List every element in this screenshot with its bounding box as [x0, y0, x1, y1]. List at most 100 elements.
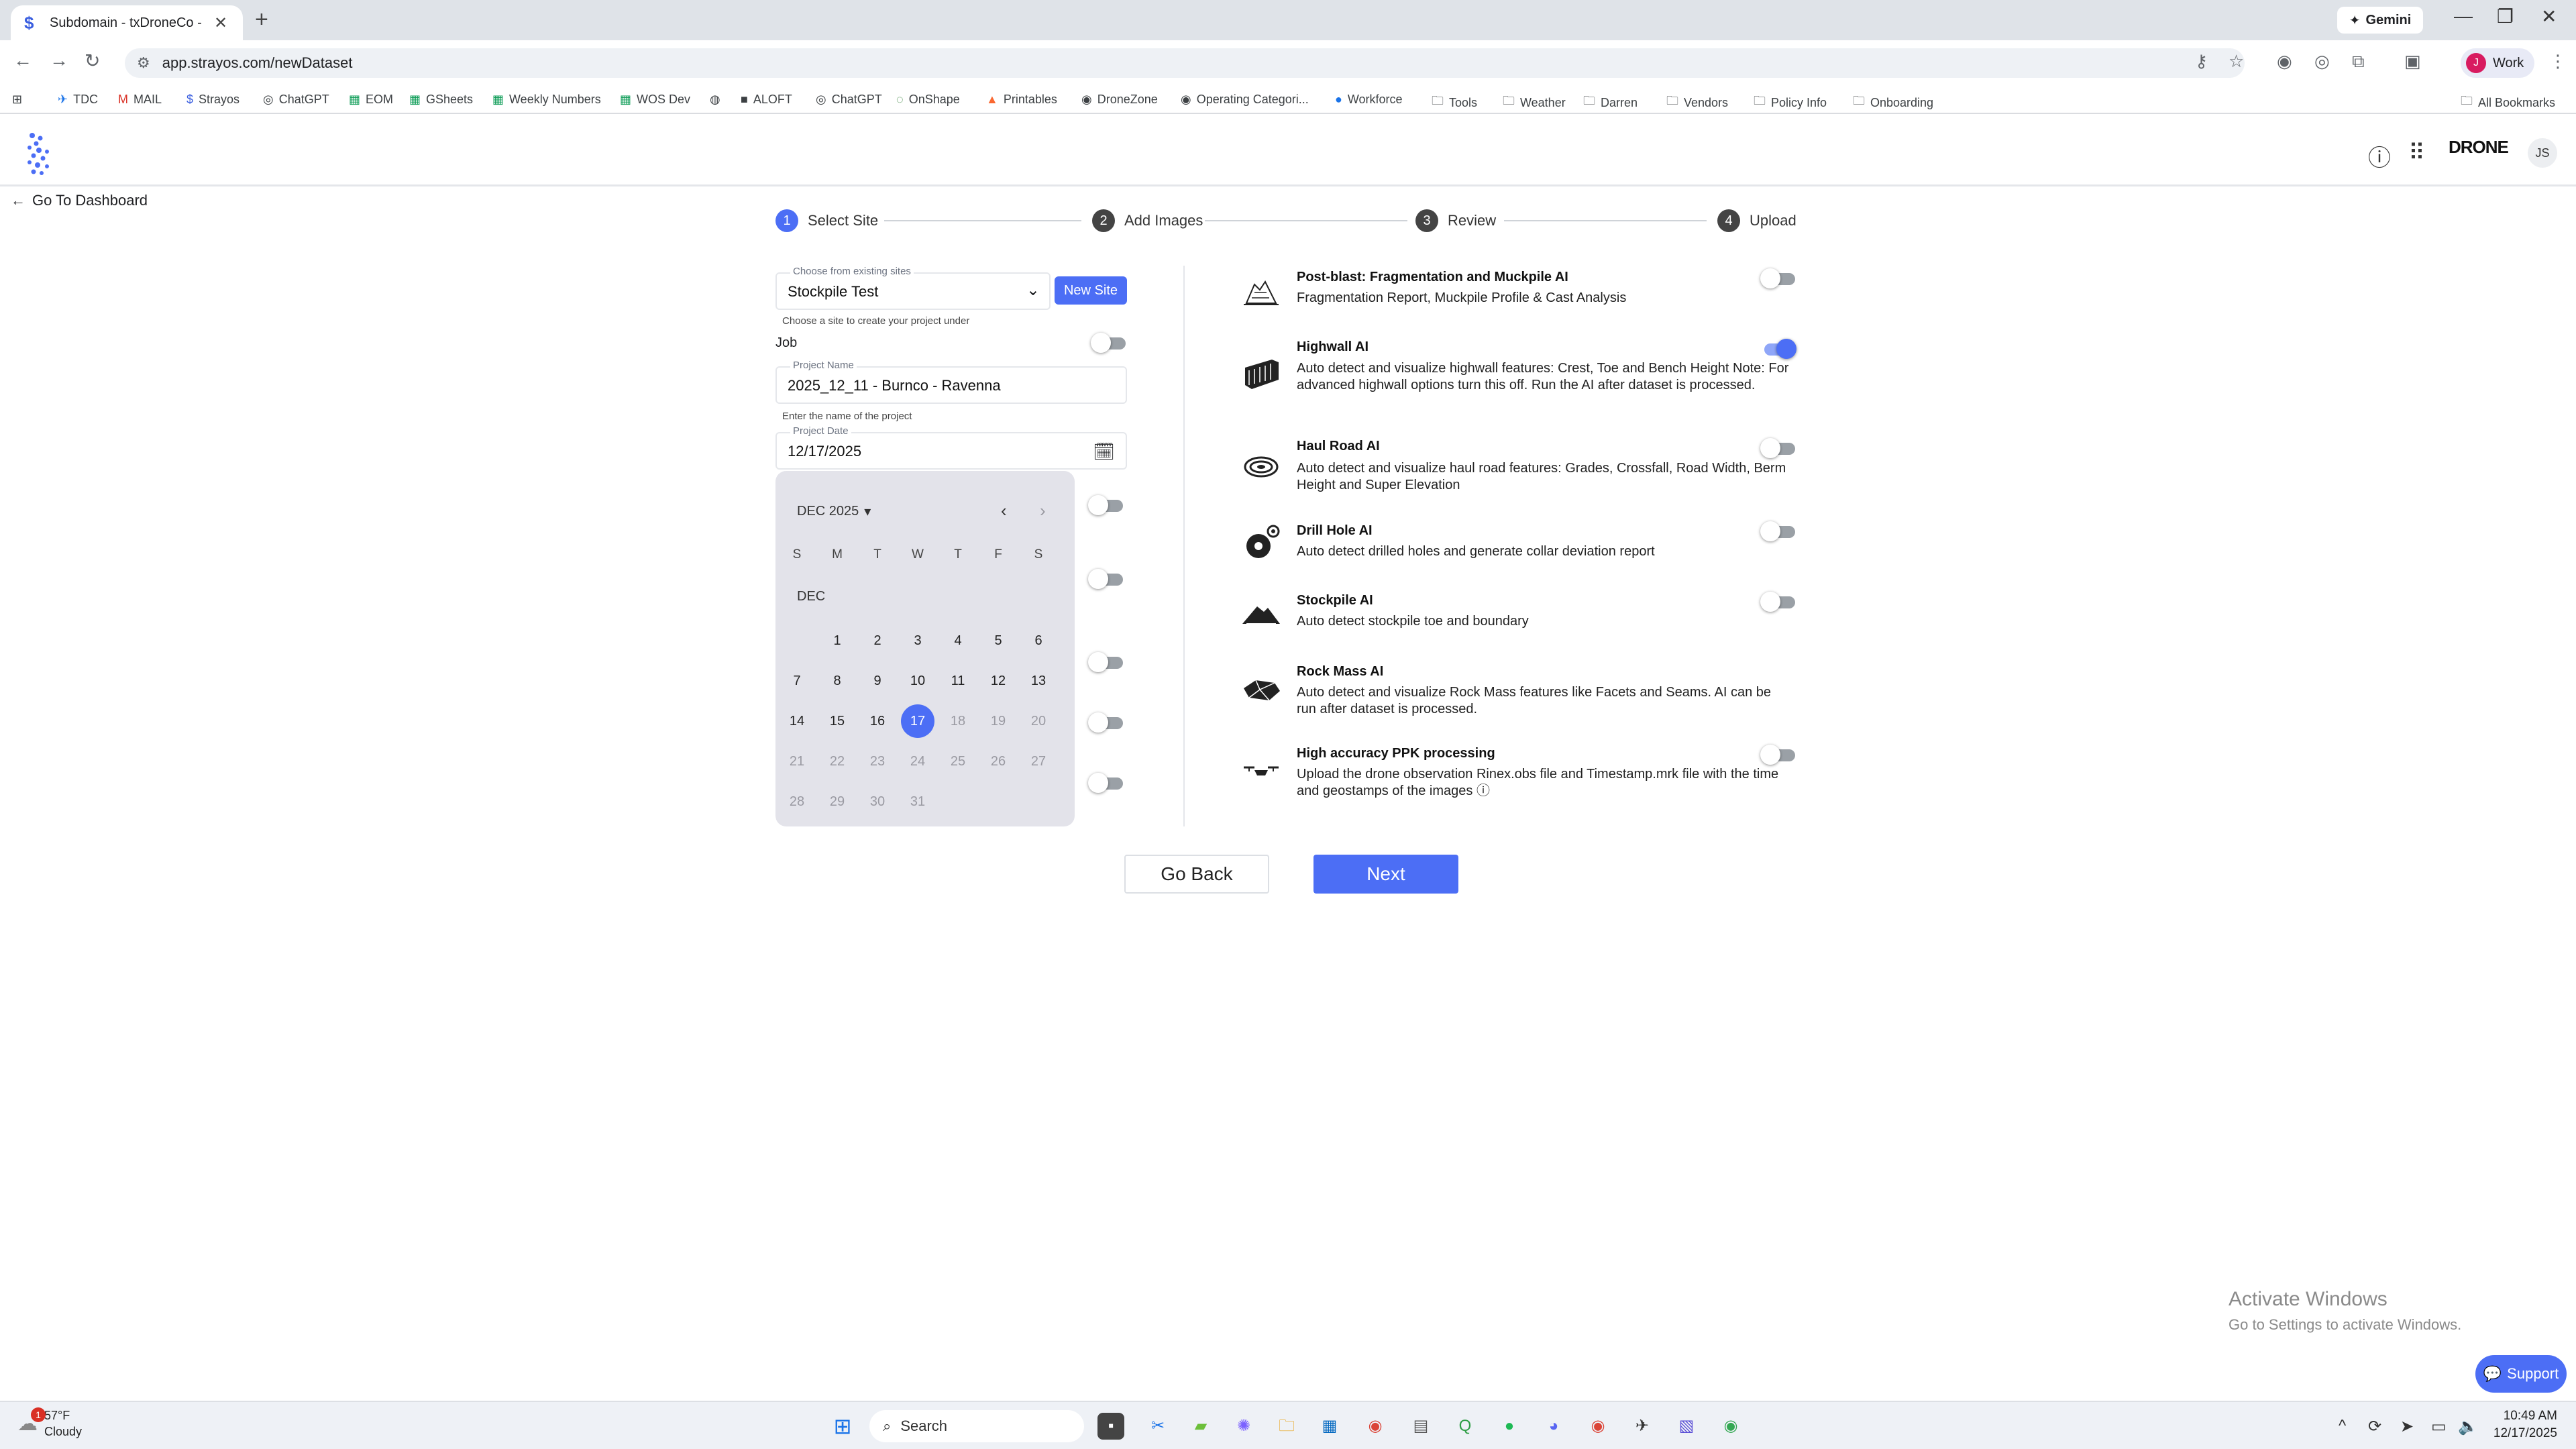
- option-toggle[interactable]: [1088, 773, 1124, 793]
- store-icon[interactable]: ▦: [1316, 1413, 1343, 1440]
- calendar-icon[interactable]: 🗓: [1093, 441, 1115, 462]
- task-view-icon[interactable]: ▪: [1097, 1413, 1124, 1440]
- help-icon[interactable]: ⓘ: [2368, 140, 2391, 172]
- calendar-day[interactable]: 16: [861, 704, 894, 738]
- option-toggle[interactable]: [1088, 652, 1124, 672]
- calendar-day[interactable]: 8: [820, 664, 854, 698]
- step-select-site[interactable]: 1 Select Site: [775, 209, 878, 232]
- taskbar-search[interactable]: ⌕ Search: [869, 1410, 1084, 1442]
- option-toggle[interactable]: [1088, 712, 1124, 733]
- stockpile-ai-toggle[interactable]: [1760, 592, 1796, 612]
- chrome-icon[interactable]: ◉: [1362, 1413, 1389, 1440]
- side-panel-icon[interactable]: ▣: [2404, 51, 2421, 72]
- calendar-day[interactable]: 13: [1022, 664, 1055, 698]
- user-avatar[interactable]: JS: [2528, 138, 2557, 168]
- bookmark-item[interactable]: ◎ ChatGPT: [816, 93, 882, 107]
- project-name-value[interactable]: 2025_12_11 - Burnco - Ravenna: [788, 377, 1001, 394]
- next-month-icon[interactable]: ›: [1040, 500, 1046, 521]
- calendar-day[interactable]: 10: [901, 664, 934, 698]
- job-toggle[interactable]: [1091, 333, 1127, 353]
- calendar-day[interactable]: 12: [981, 664, 1015, 698]
- bookmark-item[interactable]: ✈ TDC: [58, 93, 98, 107]
- back-arrow-icon[interactable]: ←: [13, 50, 32, 71]
- bookmark-item[interactable]: M MAIL: [118, 93, 162, 107]
- site-info-icon[interactable]: ⚙: [137, 54, 150, 72]
- option-toggle[interactable]: [1088, 495, 1124, 515]
- chrome-profile-icon[interactable]: ◉: [1717, 1413, 1744, 1440]
- chrome-work-icon[interactable]: ◉: [1585, 1413, 1611, 1440]
- bookmark-item[interactable]: ■ ALOFT: [741, 93, 792, 107]
- site-select[interactable]: Choose from existing sites Stockpile Tes…: [775, 266, 1051, 310]
- notes-app-icon[interactable]: ▰: [1187, 1413, 1214, 1440]
- calendar-day-selected[interactable]: 17: [901, 704, 934, 738]
- bookmark-item[interactable]: ◉ Operating Categori...: [1181, 93, 1309, 107]
- calendar-day[interactable]: 1: [820, 624, 854, 657]
- calculator-icon[interactable]: ▤: [1407, 1413, 1434, 1440]
- bookmark-star-icon[interactable]: ☆: [2229, 51, 2244, 72]
- bookmark-item[interactable]: ◍: [710, 93, 720, 107]
- copilot-icon[interactable]: ✺: [1230, 1413, 1257, 1440]
- network-icon[interactable]: ▭: [2431, 1417, 2447, 1436]
- calendar-day[interactable]: 4: [941, 624, 975, 657]
- bookmark-item[interactable]: ● Workforce: [1335, 93, 1403, 107]
- url-text[interactable]: app.strayos.com/newDataset: [162, 54, 353, 72]
- system-clock[interactable]: 10:49 AM 12/17/2025: [2483, 1407, 2557, 1442]
- password-key-icon[interactable]: ⚷: [2195, 51, 2208, 72]
- calendar-day[interactable]: 9: [861, 664, 894, 698]
- option-toggle[interactable]: [1088, 569, 1124, 589]
- bookmark-item[interactable]: ◎ ChatGPT: [263, 93, 329, 107]
- minimize-icon[interactable]: —: [2454, 5, 2473, 27]
- app-icon[interactable]: ▧: [1673, 1413, 1700, 1440]
- fragmentation-ai-toggle[interactable]: [1760, 268, 1796, 288]
- location-icon[interactable]: ➤: [2400, 1417, 2414, 1436]
- bookmark-item[interactable]: ◉ DroneZone: [1081, 93, 1158, 107]
- sync-icon[interactable]: ⟳: [2368, 1417, 2381, 1436]
- project-name-field[interactable]: Project Name 2025_12_11 - Burnco - Raven…: [775, 360, 1127, 404]
- extension-color-icon[interactable]: ◎: [2314, 51, 2330, 72]
- close-icon[interactable]: ✕: [212, 13, 229, 33]
- forward-arrow-icon[interactable]: →: [50, 50, 68, 71]
- bookmark-item[interactable]: ▦ EOM: [349, 93, 393, 107]
- bookmark-item[interactable]: $ Strayos: [186, 93, 239, 107]
- discord-icon[interactable]: ◕: [1540, 1413, 1567, 1440]
- bookmark-item[interactable]: ▦ Weekly Numbers: [492, 93, 601, 107]
- weather-widget[interactable]: ☁ 1 57°F Cloudy: [17, 1407, 82, 1440]
- drone-app-icon[interactable]: ✈: [1629, 1413, 1656, 1440]
- bookmark-item[interactable]: ◌ OnShape: [896, 93, 960, 107]
- restore-icon[interactable]: ❐: [2497, 5, 2514, 28]
- bookmark-item[interactable]: ▦ GSheets: [409, 93, 473, 107]
- browser-tab[interactable]: $ Subdomain - txDroneCo - Dem ✕: [11, 5, 243, 40]
- apps-grid-icon[interactable]: ⊞: [12, 93, 22, 107]
- calendar-day[interactable]: 6: [1022, 624, 1055, 657]
- new-site-button[interactable]: New Site: [1055, 276, 1127, 305]
- month-select[interactable]: DEC 2025 ▾: [797, 503, 871, 520]
- next-button[interactable]: Next: [1313, 855, 1458, 894]
- calendar-day[interactable]: 14: [780, 704, 814, 738]
- file-explorer-icon[interactable]: 🗀: [1273, 1413, 1300, 1440]
- calendar-day[interactable]: 15: [820, 704, 854, 738]
- project-date-value[interactable]: 12/17/2025: [788, 443, 861, 460]
- apps-grid-icon[interactable]: ⠿: [2408, 140, 2425, 166]
- step-review[interactable]: 3 Review: [1415, 209, 1496, 232]
- spotify-icon[interactable]: ●: [1496, 1413, 1523, 1440]
- bookmark-item[interactable]: 🗀 Weather: [1503, 93, 1566, 113]
- bookmark-item[interactable]: ▲ Printables: [986, 93, 1057, 107]
- drill-hole-ai-toggle[interactable]: [1760, 521, 1796, 541]
- ppk-processing-toggle[interactable]: [1760, 745, 1796, 765]
- bookmark-item[interactable]: 🗀 Darren: [1583, 93, 1638, 113]
- support-button[interactable]: 💬 Support: [2475, 1355, 2567, 1393]
- bookmark-item[interactable]: 🗀 Policy Info: [1754, 93, 1827, 113]
- calendar-day[interactable]: 7: [780, 664, 814, 698]
- prev-month-icon[interactable]: ‹: [1001, 500, 1007, 521]
- calendar-day[interactable]: 3: [901, 624, 934, 657]
- go-back-button[interactable]: Go Back: [1124, 855, 1269, 894]
- more-menu-icon[interactable]: ⋮: [2549, 51, 2567, 72]
- step-add-images[interactable]: 2 Add Images: [1092, 209, 1203, 232]
- haul-road-ai-toggle[interactable]: [1760, 438, 1796, 458]
- calendar-day[interactable]: 2: [861, 624, 894, 657]
- reload-icon[interactable]: ↻: [85, 50, 100, 72]
- extension-icon[interactable]: ◉: [2277, 51, 2292, 72]
- puzzle-icon[interactable]: ⧉: [2352, 51, 2365, 72]
- volume-icon[interactable]: 🔈: [2458, 1417, 2478, 1436]
- all-bookmarks[interactable]: 🗀 All Bookmarks: [2461, 93, 2555, 113]
